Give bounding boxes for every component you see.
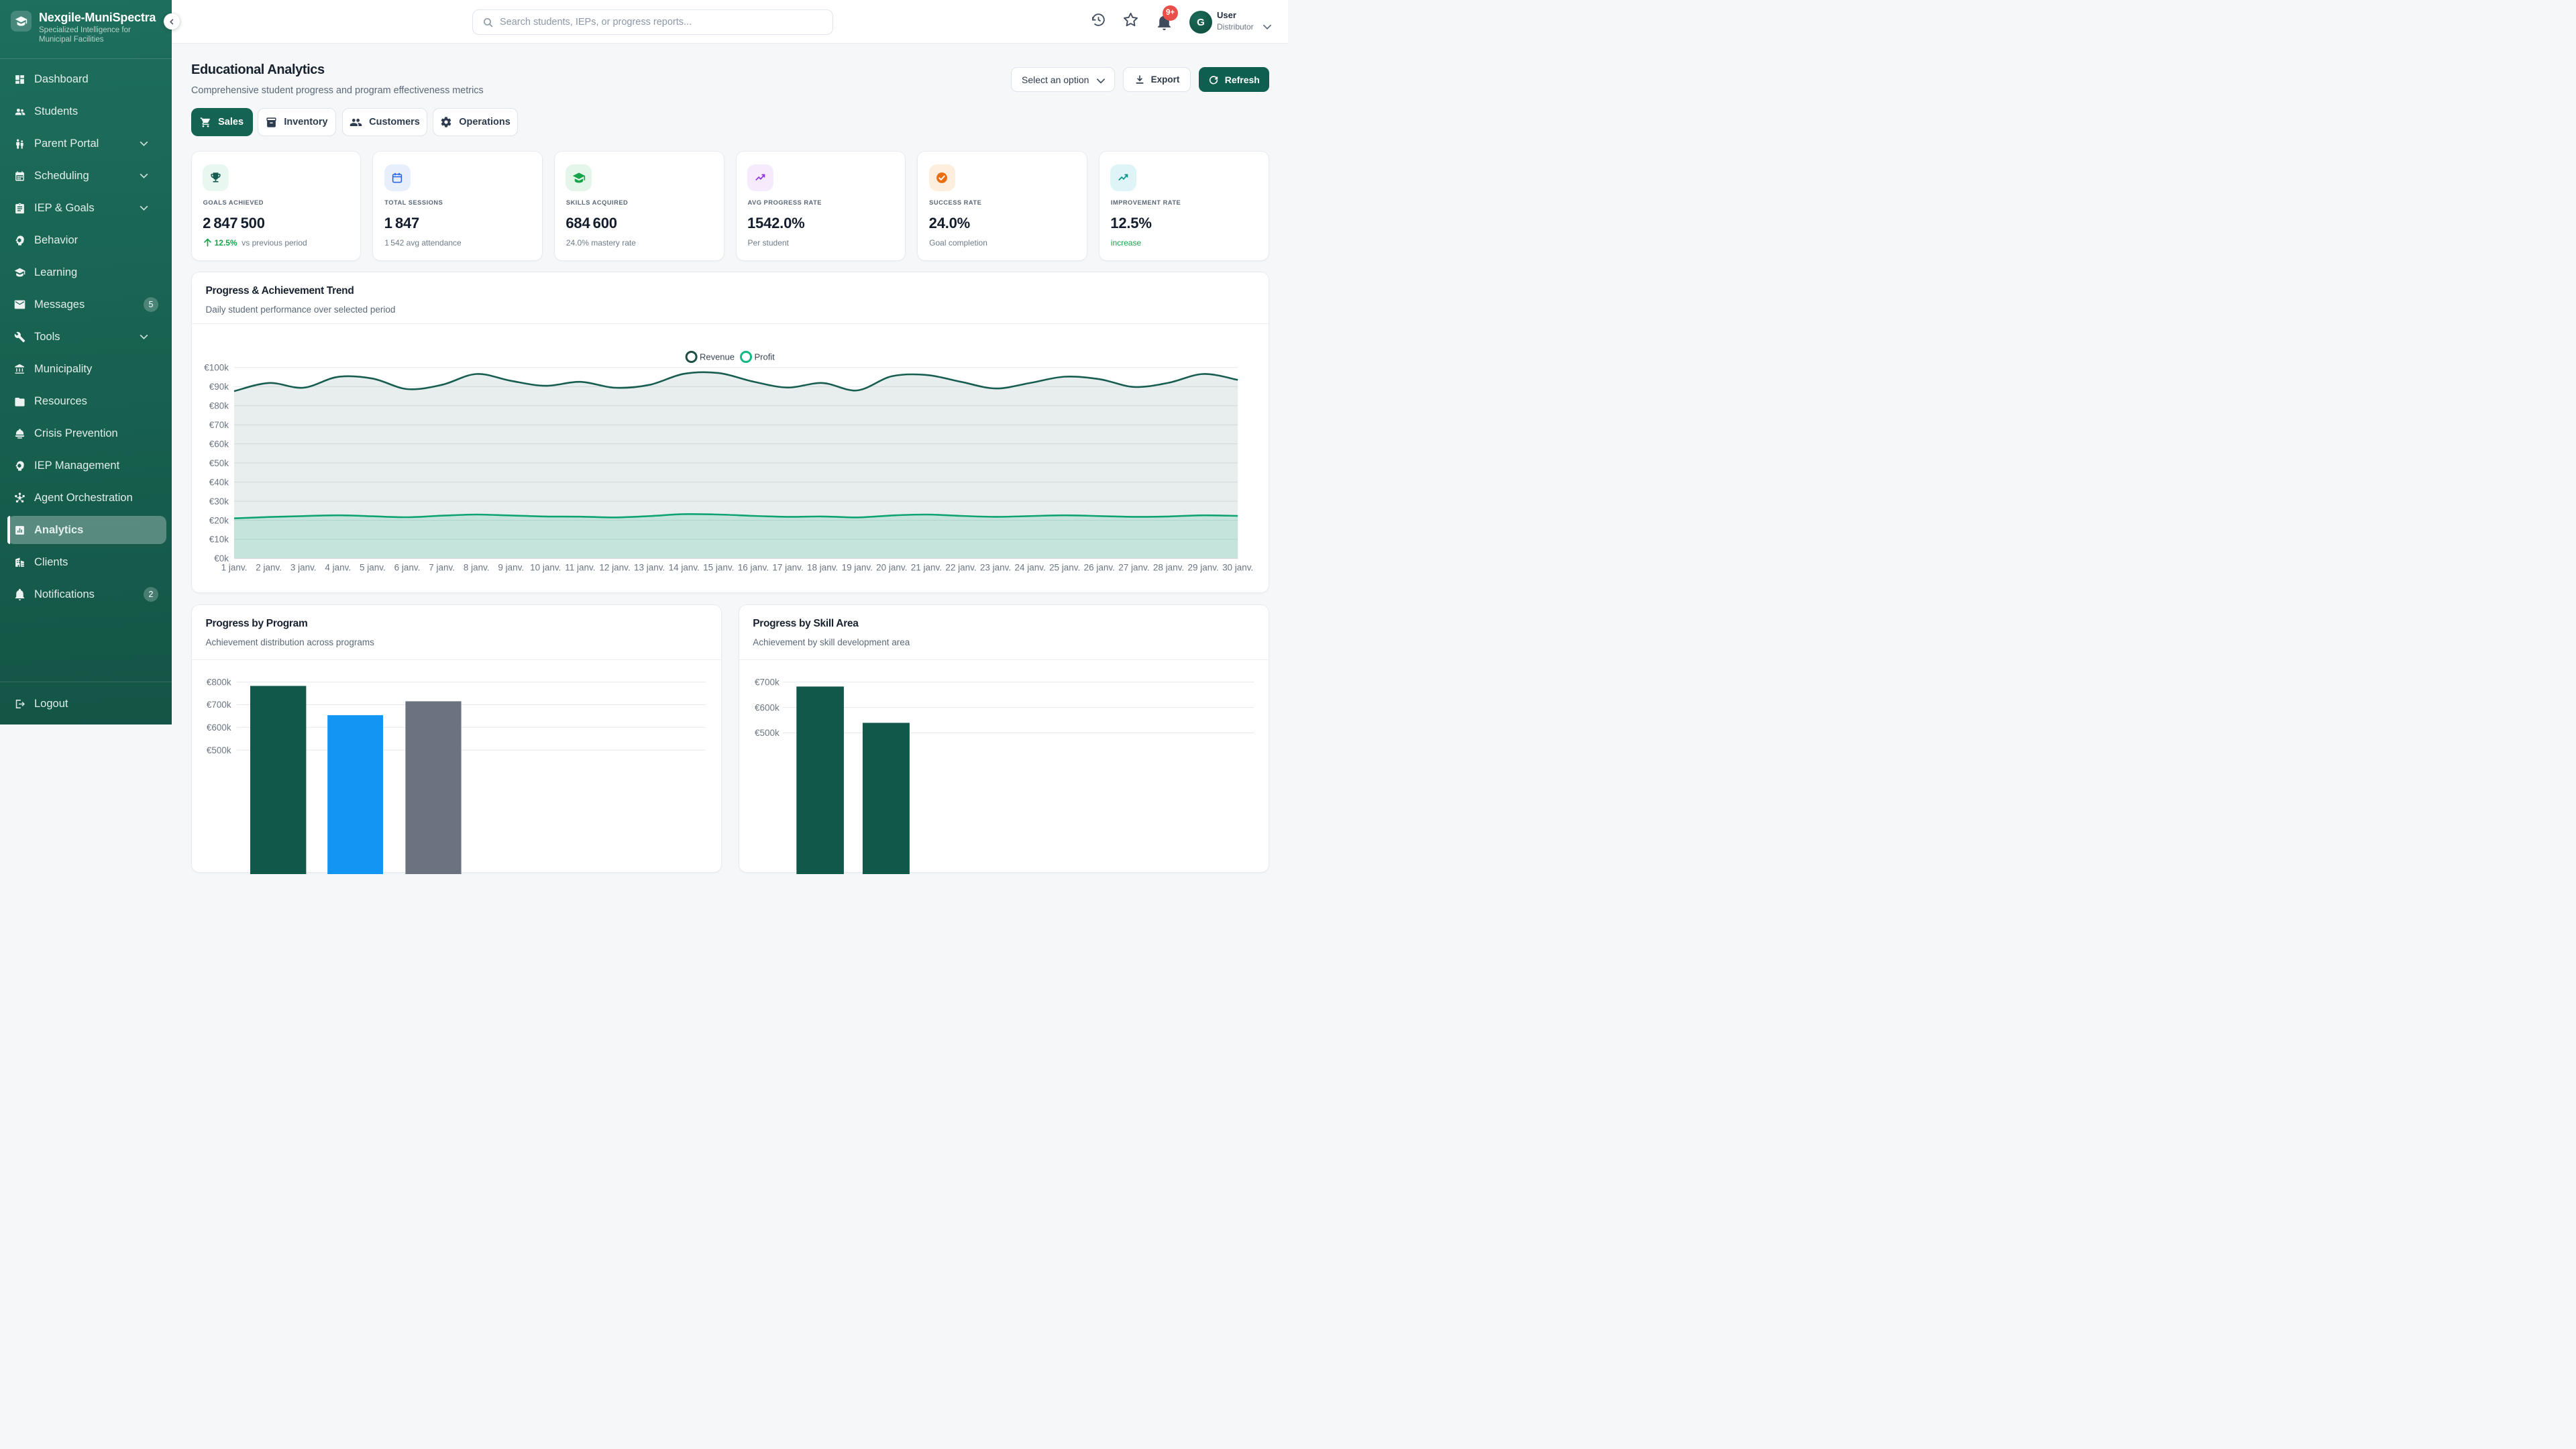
svg-text:25 janv.: 25 janv.	[1049, 562, 1080, 572]
svg-text:14 janv.: 14 janv.	[669, 562, 700, 572]
svg-text:4 janv.: 4 janv.	[325, 562, 351, 572]
svg-text:€90k: €90k	[209, 382, 229, 392]
svg-text:11 janv.: 11 janv.	[565, 562, 595, 572]
svg-text:€500k: €500k	[207, 745, 231, 755]
svg-text:5 janv.: 5 janv.	[360, 562, 386, 572]
svg-text:€100k: €100k	[204, 362, 229, 372]
svg-text:21 janv.: 21 janv.	[911, 562, 942, 572]
svg-text:17 janv.: 17 janv.	[772, 562, 803, 572]
svg-text:€20k: €20k	[209, 515, 229, 525]
svg-text:3 janv.: 3 janv.	[290, 562, 317, 572]
svg-text:10 janv.: 10 janv.	[530, 562, 561, 572]
svg-text:7 janv.: 7 janv.	[429, 562, 455, 572]
svg-text:24 janv.: 24 janv.	[1014, 562, 1045, 572]
svg-text:16 janv.: 16 janv.	[738, 562, 769, 572]
svg-text:29 janv.: 29 janv.	[1187, 562, 1218, 572]
svg-text:18 janv.: 18 janv.	[807, 562, 838, 572]
svg-text:€600k: €600k	[207, 722, 231, 733]
svg-text:€10k: €10k	[209, 534, 229, 544]
svg-text:€700k: €700k	[755, 677, 780, 687]
svg-text:6 janv.: 6 janv.	[394, 562, 421, 572]
svg-text:20 janv.: 20 janv.	[876, 562, 907, 572]
svg-text:1 janv.: 1 janv.	[221, 562, 248, 572]
svg-text:23 janv.: 23 janv.	[980, 562, 1011, 572]
svg-text:€80k: €80k	[209, 400, 229, 411]
svg-text:€30k: €30k	[209, 496, 229, 506]
svg-text:15 janv.: 15 janv.	[703, 562, 734, 572]
svg-text:22 janv.: 22 janv.	[945, 562, 976, 572]
svg-text:€600k: €600k	[755, 702, 780, 712]
svg-text:28 janv.: 28 janv.	[1153, 562, 1184, 572]
svg-text:2 janv.: 2 janv.	[256, 562, 282, 572]
svg-text:13 janv.: 13 janv.	[634, 562, 665, 572]
svg-text:Revenue: Revenue	[700, 352, 735, 362]
svg-text:€700k: €700k	[207, 700, 231, 710]
svg-text:9 janv.: 9 janv.	[498, 562, 524, 572]
svg-text:€800k: €800k	[207, 677, 231, 687]
svg-text:19 janv.: 19 janv.	[842, 562, 873, 572]
svg-text:€70k: €70k	[209, 420, 229, 430]
svg-text:12 janv.: 12 janv.	[599, 562, 630, 572]
svg-text:€40k: €40k	[209, 477, 229, 487]
svg-text:€500k: €500k	[755, 728, 780, 738]
svg-text:Profit: Profit	[754, 352, 775, 362]
svg-text:27 janv.: 27 janv.	[1118, 562, 1149, 572]
svg-text:€50k: €50k	[209, 458, 229, 468]
svg-text:26 janv.: 26 janv.	[1084, 562, 1115, 572]
svg-text:€60k: €60k	[209, 439, 229, 449]
svg-text:30 janv.: 30 janv.	[1222, 562, 1253, 572]
svg-text:8 janv.: 8 janv.	[464, 562, 490, 572]
